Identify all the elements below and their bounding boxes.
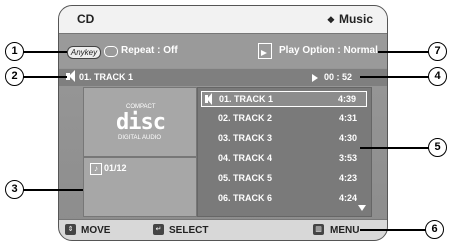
scroll-down-icon[interactable] <box>358 205 366 211</box>
playing-speaker-icon <box>205 93 212 105</box>
callout-line-2 <box>23 76 67 78</box>
now-playing-bar: 01. TRACK 1 00 : 52 <box>59 69 387 86</box>
disc-info-pane: COMPACT disc DIGITAL AUDIO ♪ 01/12 <box>83 87 197 217</box>
music-note-icon: ♪ <box>90 163 102 175</box>
mode-title: CD <box>77 12 95 26</box>
move-key-icon: ⇕ <box>65 224 76 235</box>
callout-line-1 <box>23 51 67 53</box>
track-name: 02. TRACK 2 <box>218 113 273 123</box>
track-row[interactable]: 05. TRACK 5 4:23 <box>201 171 367 187</box>
track-list: 01. TRACK 1 4:39 02. TRACK 2 4:31 03. TR… <box>197 87 372 217</box>
track-counter-box: ♪ 01/12 <box>83 157 197 217</box>
track-row[interactable]: 06. TRACK 6 4:24 <box>201 191 367 207</box>
info-bar: Anykey Repeat : Off Play Option : Normal <box>59 34 387 68</box>
callout-7: 7 <box>428 42 447 61</box>
track-duration: 3:53 <box>338 153 357 163</box>
select-key-icon: ↵ <box>153 224 164 235</box>
callout-line-4 <box>360 76 429 78</box>
anykey-icon: Anykey <box>67 46 101 59</box>
callout-line-3 <box>23 189 83 191</box>
play-option-status[interactable]: Play Option : Normal <box>279 45 378 56</box>
menu-label: MENU <box>330 225 360 236</box>
move-label: MOVE <box>81 225 111 236</box>
track-duration: 4:39 <box>337 94 356 104</box>
button-guide-bar: ⇕ MOVE ↵ SELECT ▥ MENU <box>59 219 387 240</box>
track-name: 01. TRACK 1 <box>219 94 274 104</box>
track-name: 04. TRACK 4 <box>218 153 273 163</box>
track-row[interactable]: 03. TRACK 3 4:30 <box>201 131 367 147</box>
repeat-status[interactable]: Repeat : Off <box>121 45 178 56</box>
cd-music-screen: CD ❖ Music Anykey Repeat : Off Play Optio… <box>58 5 388 241</box>
compact-disc-logo: COMPACT disc DIGITAL AUDIO <box>83 87 197 157</box>
track-duration: 4:30 <box>338 133 357 143</box>
callout-line-7 <box>378 51 429 53</box>
play-icon <box>312 74 318 82</box>
title-bar: CD ❖ Music <box>59 6 387 34</box>
track-counter: 01/12 <box>104 163 127 173</box>
track-name: 06. TRACK 6 <box>218 193 273 203</box>
track-duration: 4:31 <box>338 113 357 123</box>
track-name: 05. TRACK 5 <box>218 173 273 183</box>
track-row[interactable]: 02. TRACK 2 4:31 <box>201 111 367 127</box>
play-option-icon <box>258 43 272 59</box>
logo-disc-text: disc <box>116 110 166 135</box>
callout-4: 4 <box>428 67 447 86</box>
logo-digital-audio-text: DIGITAL AUDIO <box>118 135 162 141</box>
track-row[interactable]: 04. TRACK 4 3:53 <box>201 151 367 167</box>
select-label: SELECT <box>169 225 209 236</box>
repeat-icon <box>104 46 118 57</box>
category-label: Music <box>338 12 373 26</box>
elapsed-time: 00 : 52 <box>324 72 353 82</box>
track-duration: 4:23 <box>338 173 357 183</box>
track-name: 03. TRACK 3 <box>218 133 273 143</box>
callout-3: 3 <box>5 180 24 199</box>
callout-5: 5 <box>428 138 447 157</box>
callout-6: 6 <box>425 220 444 239</box>
track-duration: 4:24 <box>338 193 357 203</box>
track-row[interactable]: 01. TRACK 1 4:39 <box>201 91 367 107</box>
callout-line-5 <box>360 147 429 149</box>
menu-key-icon: ▥ <box>313 224 324 235</box>
category-title: ❖ Music <box>327 12 373 26</box>
callout-line-6 <box>360 229 426 231</box>
diamond-icon: ❖ <box>326 15 335 25</box>
callout-2: 2 <box>5 67 24 86</box>
callout-1: 1 <box>5 42 24 61</box>
current-track: 01. TRACK 1 <box>79 72 134 82</box>
